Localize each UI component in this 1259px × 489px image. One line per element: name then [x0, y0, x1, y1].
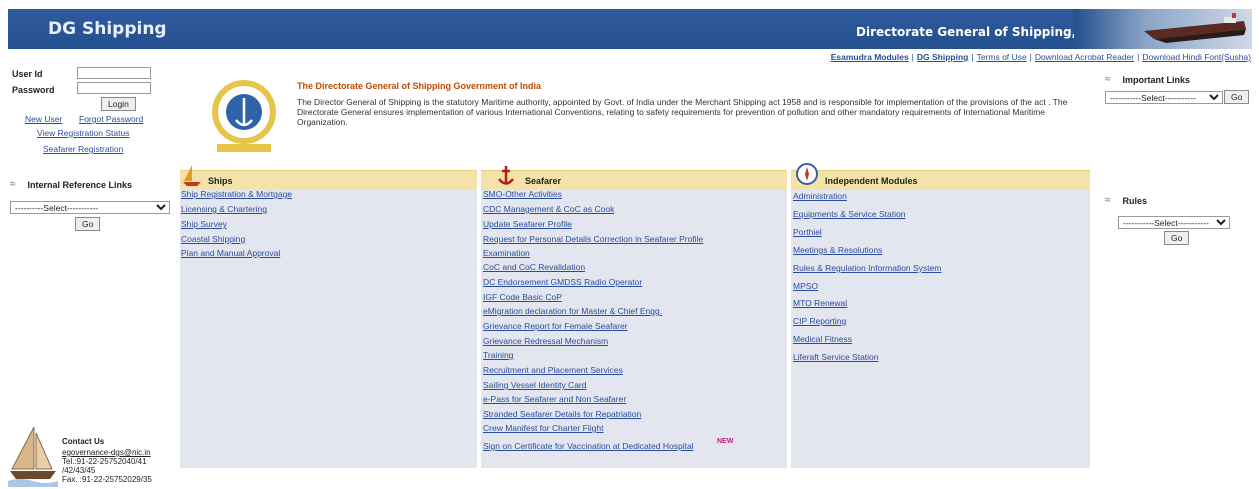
- ship-banner-image: [1074, 9, 1252, 49]
- seafarer-link[interactable]: Stranded Seafarer Details for Repatriati…: [483, 409, 641, 419]
- intro-title: The Directorate General of Shipping Gove…: [297, 81, 542, 91]
- site-header: DG Shipping Directorate General of Shipp…: [8, 9, 1252, 49]
- rules-select[interactable]: -----------Select-----------: [1118, 216, 1230, 229]
- ships-link[interactable]: Ship Survey: [181, 219, 227, 229]
- seafarer-link[interactable]: DC Endorsement GMDSS Radio Operator: [483, 277, 642, 287]
- wave-icon: ≈: [1105, 74, 1111, 85]
- important-links-go-button[interactable]: Go: [1224, 90, 1250, 104]
- seafarer-link[interactable]: Recruitment and Placement Services: [483, 365, 623, 375]
- wave-icon: ≈: [10, 179, 16, 190]
- contact-title: Contact Us: [62, 437, 105, 446]
- ships-link[interactable]: Coastal Shipping: [181, 234, 245, 244]
- password-field[interactable]: [77, 82, 151, 94]
- nav-download-acrobat[interactable]: Download Acrobat Reader: [1035, 52, 1134, 62]
- rules-go-button[interactable]: Go: [1164, 231, 1190, 245]
- new-badge: NEW: [717, 438, 734, 445]
- seafarer-header: Seafarer: [481, 166, 787, 190]
- important-links-title: Important Links: [1122, 74, 1191, 85]
- independent-link[interactable]: Medical Fitness: [793, 334, 852, 344]
- ship-icon: [1144, 13, 1246, 43]
- contact-block: Contact Us egovernance-dgs@nic.in Tel.:9…: [8, 423, 178, 487]
- independent-link[interactable]: MPSO: [793, 281, 818, 291]
- internal-links-select[interactable]: ----------Select-----------: [10, 201, 170, 214]
- independent-modules-column: Independent Modules Administration Equip…: [791, 163, 1090, 468]
- contact-tel: Tel.:91-22-25752040/41: [62, 457, 147, 466]
- dgs-emblem-logo: [203, 74, 285, 154]
- seafarer-link[interactable]: Request for Personal Details Correction …: [483, 234, 703, 244]
- contact-fax: Fax. :91-22-25752029/35: [62, 475, 152, 484]
- contact-tel-extensions: /42/43/45: [62, 466, 96, 475]
- userid-field[interactable]: [77, 67, 151, 79]
- independent-link[interactable]: Rules & Regulation Information System: [793, 263, 941, 273]
- compass-icon: [795, 162, 819, 188]
- password-label: Password: [12, 85, 55, 95]
- wave-icon: ≈: [1105, 195, 1111, 206]
- independent-modules-title: Independent Modules: [825, 176, 918, 186]
- view-registration-status-link[interactable]: View Registration Status: [37, 128, 129, 138]
- rules-header: ≈ Rules: [1105, 195, 1147, 206]
- internal-links-header: ≈ Internal Reference Links: [10, 179, 132, 190]
- contact-email-link[interactable]: egovernance-dgs@nic.in: [62, 448, 151, 457]
- independent-link[interactable]: CIP Reporting: [793, 316, 846, 326]
- internal-links-go-button[interactable]: Go: [75, 217, 101, 231]
- seafarer-link[interactable]: IGF Code Basic CoP: [483, 292, 562, 302]
- nav-terms-of-use[interactable]: Terms of Use: [977, 52, 1027, 62]
- sailboat-icon: [8, 423, 58, 487]
- seafarer-link[interactable]: CDC Management & CoC as Cook: [483, 204, 614, 214]
- internal-links-title: Internal Reference Links: [27, 179, 133, 190]
- important-links-select[interactable]: -----------Select-----------: [1105, 91, 1223, 104]
- seafarer-link[interactable]: Crew Manifest for Charter Flight: [483, 423, 603, 433]
- seafarer-link[interactable]: SMO-Other Activities: [483, 189, 562, 199]
- seafarer-link[interactable]: Sailing Vessel Identity Card: [483, 380, 586, 390]
- anchor-icon: [495, 163, 517, 189]
- seafarer-link[interactable]: Sign on Certificate for Vaccination at D…: [483, 441, 694, 451]
- seafarer-link[interactable]: Update Seafarer Profile: [483, 219, 572, 229]
- independent-modules-header: Independent Modules: [791, 163, 1090, 190]
- seafarer-column: Seafarer SMO-Other Activities CDC Manage…: [481, 166, 787, 468]
- top-navigation: Esamudra Modules | DG Shipping | Terms of Us…: [830, 52, 1251, 62]
- intro-text: The Director General of Shipping is the …: [297, 97, 1068, 127]
- important-links-header: ≈ Important Links: [1105, 74, 1190, 85]
- forgot-password-link[interactable]: Forgot Password: [79, 114, 143, 124]
- independent-link[interactable]: Equipments & Service Station: [793, 209, 905, 219]
- ships-title: Ships: [208, 176, 233, 186]
- seafarer-title: Seafarer: [525, 176, 562, 186]
- rules-title: Rules: [1122, 195, 1148, 206]
- ships-header: Ships: [180, 165, 477, 190]
- independent-link[interactable]: Porthiel: [793, 227, 822, 237]
- independent-link[interactable]: Administration: [793, 191, 847, 201]
- seafarer-link[interactable]: e-Pass for Seafarer and Non Seafarer: [483, 394, 626, 404]
- nav-esamudra-modules[interactable]: Esamudra Modules: [831, 52, 909, 62]
- seafarer-link[interactable]: Examination: [483, 248, 530, 258]
- nav-dg-shipping[interactable]: DG Shipping: [917, 52, 968, 62]
- login-button[interactable]: Login: [101, 97, 136, 111]
- ships-link[interactable]: Plan and Manual Approval: [181, 248, 280, 258]
- ships-link[interactable]: Ship Registration & Mortgage: [181, 189, 292, 199]
- userid-label: User Id: [12, 69, 43, 79]
- seafarer-link[interactable]: Grievance Redressal Mechanism: [483, 336, 608, 346]
- independent-link[interactable]: MTO Renewal: [793, 298, 847, 308]
- seafarer-link[interactable]: Grievance Report for Female Seafarer: [483, 321, 628, 331]
- seafarer-link[interactable]: Training: [483, 350, 513, 360]
- seafarer-link[interactable]: CoC and CoC Revalidation: [483, 262, 585, 272]
- independent-link[interactable]: Meetings & Resolutions: [793, 245, 882, 255]
- nav-download-hindi-font[interactable]: Download Hindi Font(Susha): [1142, 52, 1251, 62]
- site-brand: DG Shipping: [48, 19, 167, 39]
- seafarer-link[interactable]: eMigration declaration for Master & Chie…: [483, 306, 662, 316]
- seafarer-registration-link[interactable]: Seafarer Registration: [43, 144, 123, 154]
- emblem-icon: [212, 80, 276, 152]
- ships-column: Ships Ship Registration & Mortgage Licen…: [180, 165, 477, 468]
- ships-link[interactable]: Licensing & Chartering: [181, 204, 267, 214]
- ship-sail-icon: [182, 163, 202, 189]
- independent-link[interactable]: Liferaft Service Station: [793, 352, 879, 362]
- new-user-link[interactable]: New User: [25, 114, 62, 124]
